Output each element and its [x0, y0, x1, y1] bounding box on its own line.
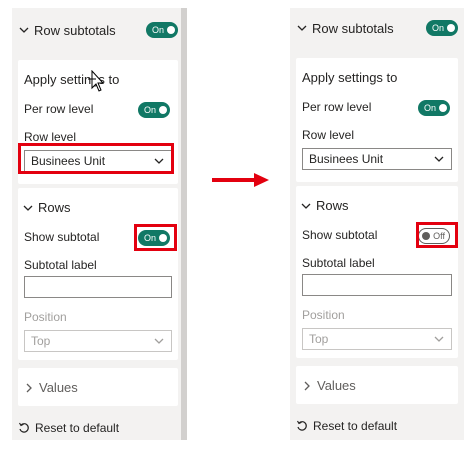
rows-card: Rows Show subtotal On Subtotal label Pos… — [18, 188, 178, 360]
toggle-label: On — [432, 23, 445, 33]
toggle-label: Off — [433, 231, 445, 241]
row-level-label: Row level — [24, 130, 77, 144]
rows-card: Rows Show subtotal Off Subtotal label Po… — [296, 186, 458, 358]
row-subtotals-toggle[interactable]: On — [426, 20, 458, 36]
values-card[interactable]: Values — [18, 368, 178, 406]
per-row-level-label: Per row level — [24, 102, 94, 116]
reset-label: Reset to default — [313, 419, 398, 433]
values-title: Values — [39, 380, 78, 395]
apply-settings-card: Apply settings to Per row level On Row l… — [296, 58, 458, 182]
toggle-label: On — [144, 105, 157, 115]
row-level-value: Businees Unit — [309, 152, 384, 166]
toggle-knob — [159, 234, 167, 242]
reset-to-default-button[interactable]: Reset to default — [18, 421, 119, 435]
chevron-down-icon — [301, 203, 311, 209]
show-subtotal-toggle[interactable]: On — [138, 230, 170, 246]
apply-settings-title: Apply settings to — [302, 70, 398, 85]
row-subtotals-header[interactable]: Row subtotals On — [290, 6, 464, 50]
chevron-down-icon — [434, 336, 444, 342]
toggle-knob — [167, 26, 175, 34]
position-value: Top — [309, 332, 329, 346]
reset-icon — [296, 420, 307, 431]
per-row-level-label: Per row level — [302, 100, 372, 114]
row-level-dropdown[interactable]: Businees Unit — [302, 148, 452, 170]
toggle-knob — [439, 104, 447, 112]
move-cursor-icon — [88, 70, 105, 92]
values-card[interactable]: Values — [296, 366, 458, 404]
position-label: Position — [302, 308, 345, 322]
reset-to-default-button[interactable]: Reset to default — [296, 419, 397, 433]
rows-title: Rows — [38, 200, 71, 215]
toggle-knob — [447, 24, 455, 32]
toggle-label: On — [144, 233, 157, 243]
toggle-knob — [422, 232, 430, 240]
row-subtotals-header[interactable]: Row subtotals On — [12, 8, 184, 52]
format-pane-after: Row subtotals On Apply settings to Per r… — [290, 8, 464, 440]
reset-icon — [18, 422, 29, 433]
row-subtotals-toggle[interactable]: On — [146, 22, 178, 38]
arrow-right-icon — [212, 173, 269, 187]
chevron-right-icon — [26, 383, 32, 392]
values-header[interactable]: Values — [24, 380, 78, 395]
position-value: Top — [31, 334, 51, 348]
chevron-down-icon — [434, 156, 444, 162]
subtotal-label-label: Subtotal label — [302, 256, 375, 270]
per-row-level-toggle[interactable]: On — [418, 100, 450, 116]
rows-header[interactable]: Rows — [22, 200, 71, 215]
row-level-value: Businees Unit — [31, 154, 106, 168]
scrollbar[interactable] — [181, 8, 187, 440]
row-subtotals-title: Row subtotals — [312, 20, 394, 36]
reset-label: Reset to default — [35, 421, 120, 435]
chevron-right-icon — [304, 381, 310, 390]
toggle-label: On — [152, 25, 165, 35]
per-row-level-toggle[interactable]: On — [138, 102, 170, 118]
chevron-down-icon — [19, 27, 29, 33]
values-title: Values — [317, 378, 356, 393]
row-level-dropdown[interactable]: Businees Unit — [24, 150, 172, 172]
chevron-down-icon — [23, 205, 33, 211]
rows-header[interactable]: Rows — [300, 198, 349, 213]
show-subtotal-toggle[interactable]: Off — [418, 228, 450, 244]
show-subtotal-label: Show subtotal — [302, 228, 378, 242]
position-dropdown[interactable]: Top — [302, 328, 452, 350]
values-header[interactable]: Values — [302, 378, 356, 393]
chevron-down-icon — [154, 158, 164, 164]
subtotal-label-input[interactable] — [302, 274, 452, 296]
toggle-label: On — [424, 103, 437, 113]
position-label: Position — [24, 310, 67, 324]
rows-title: Rows — [316, 198, 349, 213]
subtotal-label-input[interactable] — [24, 276, 172, 298]
position-dropdown[interactable]: Top — [24, 330, 172, 352]
show-subtotal-label: Show subtotal — [24, 230, 100, 244]
subtotal-label-label: Subtotal label — [24, 258, 97, 272]
chevron-down-icon — [297, 25, 307, 31]
row-level-label: Row level — [302, 128, 355, 142]
chevron-down-icon — [154, 338, 164, 344]
toggle-knob — [159, 106, 167, 114]
row-subtotals-title: Row subtotals — [34, 22, 116, 38]
